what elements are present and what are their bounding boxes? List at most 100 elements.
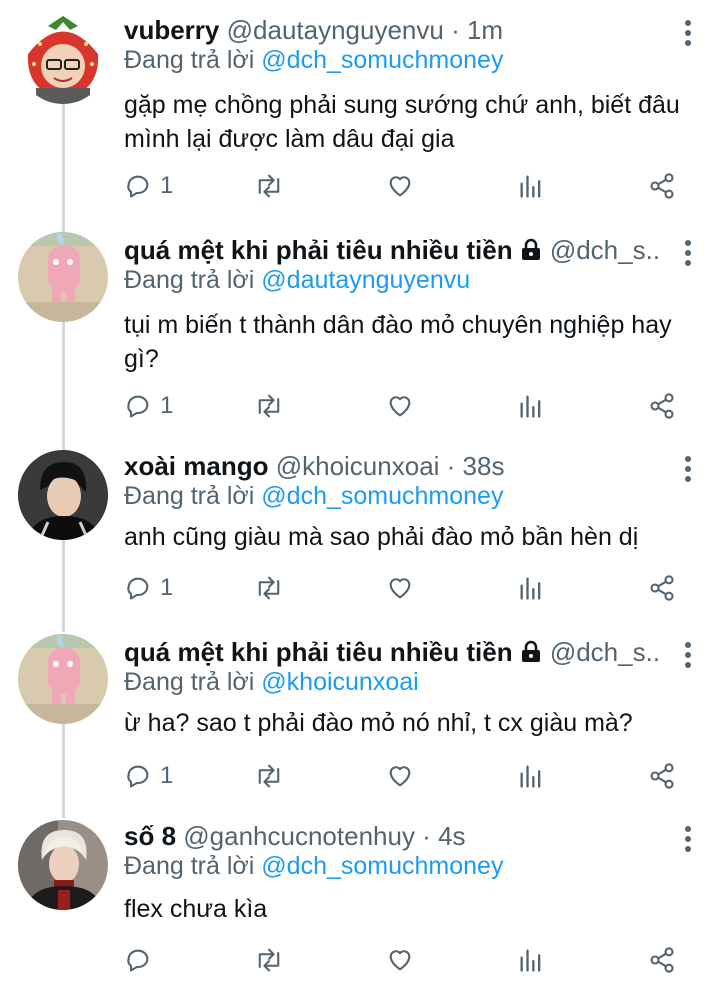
reply-icon — [127, 175, 149, 198]
display-name[interactable]: số 8 — [124, 821, 176, 851]
reply-icon — [127, 765, 149, 788]
retweet-button[interactable] — [254, 168, 284, 204]
user-avatar[interactable] — [18, 14, 108, 104]
more-icon[interactable] — [682, 824, 694, 854]
analytics-icon — [520, 577, 541, 600]
reply-button[interactable] — [124, 942, 160, 978]
lock-icon — [521, 238, 540, 260]
lock-icon — [521, 640, 540, 662]
views-button[interactable] — [518, 388, 544, 424]
heart-icon — [389, 176, 411, 197]
tweet-actions: 1 — [0, 570, 720, 606]
retweet-icon — [258, 948, 280, 972]
user-avatar[interactable] — [18, 820, 108, 910]
retweet-button[interactable] — [254, 570, 284, 606]
reply-prefix: Đang trả lời — [124, 852, 262, 880]
person-photo-avatar — [18, 450, 108, 540]
reply-mention[interactable]: @dch_somuchmoney — [261, 852, 503, 880]
reply-icon — [127, 949, 149, 972]
share-icon — [650, 173, 674, 199]
reply-button[interactable]: 1 — [124, 168, 173, 204]
share-button[interactable] — [648, 388, 676, 424]
replying-to: Đang trả lời @dautaynguyenvu — [124, 262, 470, 298]
share-icon — [650, 947, 674, 973]
reply-count: 1 — [160, 172, 174, 199]
views-button[interactable] — [518, 758, 544, 794]
person-photo-avatar — [18, 820, 108, 910]
user-handle[interactable]: @ganhcucnotenhuy — [183, 821, 415, 851]
separator: · — [443, 15, 467, 45]
display-name[interactable]: quá mệt khi phải tiêu nhiều tiền — [124, 637, 513, 667]
more-icon[interactable] — [682, 640, 694, 670]
retweet-button[interactable] — [254, 388, 284, 424]
user-avatar[interactable] — [18, 634, 108, 724]
retweet-icon — [258, 174, 280, 198]
pink-rabbit-avatar — [18, 634, 108, 724]
reply-icon — [127, 395, 149, 418]
timestamp[interactable]: 1m — [467, 15, 503, 45]
reply-prefix: Đang trả lời — [124, 266, 262, 294]
pink-rabbit-avatar — [18, 232, 108, 322]
like-button[interactable] — [386, 942, 414, 978]
like-button[interactable] — [386, 168, 414, 204]
reply-button[interactable]: 1 — [124, 570, 173, 606]
tweet-text: gặp mẹ chồng phải sung sướng chứ anh, bi… — [124, 91, 680, 153]
analytics-icon — [520, 395, 541, 418]
user-handle[interactable]: @dch_s... — [550, 637, 660, 667]
reply-mention[interactable]: @dautaynguyenvu — [261, 266, 470, 294]
tweet[interactable]: quá mệt khi phải tiêu nhiều tiền @dch_s.… — [0, 634, 720, 804]
share-button[interactable] — [648, 942, 676, 978]
tweet[interactable]: quá mệt khi phải tiêu nhiều tiền @dch_s.… — [0, 232, 720, 442]
retweet-button[interactable] — [254, 942, 284, 978]
views-button[interactable] — [518, 570, 544, 606]
heart-icon — [389, 950, 411, 971]
share-button[interactable] — [648, 168, 676, 204]
views-button[interactable] — [518, 942, 544, 978]
more-icon[interactable] — [682, 454, 694, 484]
user-handle[interactable]: @khoicunxoai — [276, 451, 440, 481]
reply-button[interactable]: 1 — [124, 388, 173, 424]
retweet-icon — [258, 394, 280, 418]
tweet-actions: 1 — [0, 388, 720, 424]
reply-mention[interactable]: @khoicunxoai — [261, 668, 418, 696]
analytics-icon — [520, 765, 541, 788]
like-button[interactable] — [386, 758, 414, 794]
share-button[interactable] — [648, 758, 676, 794]
tweet-text: ừ ha? sao t phải đào mỏ nó nhỉ, t cx già… — [124, 709, 633, 737]
reply-prefix: Đang trả lời — [124, 482, 262, 510]
reply-mention[interactable]: @dch_somuchmoney — [261, 482, 503, 510]
display-name[interactable]: quá mệt khi phải tiêu nhiều tiền — [124, 235, 513, 265]
user-handle[interactable]: @dch_s... — [550, 235, 660, 265]
heart-icon — [389, 396, 411, 417]
like-button[interactable] — [386, 388, 414, 424]
replying-to: Đang trả lời @dch_somuchmoney — [124, 848, 503, 884]
reply-button[interactable]: 1 — [124, 758, 173, 794]
tweet[interactable]: vuberry @dautaynguyenvu · 1m Đang trả lờ… — [0, 12, 720, 222]
more-icon[interactable] — [682, 18, 694, 48]
reply-mention[interactable]: @dch_somuchmoney — [261, 46, 503, 74]
display-name[interactable]: vuberry — [124, 15, 219, 45]
tweet-actions: 1 — [0, 758, 720, 794]
retweet-icon — [258, 764, 280, 788]
reply-count: 1 — [160, 574, 174, 601]
heart-icon — [389, 578, 411, 599]
tweet[interactable]: số 8 @ganhcucnotenhuy · 4s Đang trả lời … — [0, 818, 720, 983]
timestamp[interactable]: 4s — [438, 821, 465, 851]
replying-to: Đang trả lời @dch_somuchmoney — [124, 478, 503, 514]
tweet-actions — [0, 942, 720, 978]
display-name[interactable]: xoài mango — [124, 451, 268, 481]
timestamp[interactable]: 38s — [463, 451, 505, 481]
reply-prefix: Đang trả lời — [124, 668, 262, 696]
share-button[interactable] — [648, 570, 676, 606]
tweet[interactable]: xoài mango @khoicunxoai · 38s Đang trả l… — [0, 448, 720, 618]
replying-to: Đang trả lời @khoicunxoai — [124, 664, 419, 700]
user-handle[interactable]: @dautaynguyenvu — [227, 15, 444, 45]
retweet-button[interactable] — [254, 758, 284, 794]
more-icon[interactable] — [682, 238, 694, 268]
user-avatar[interactable] — [18, 232, 108, 322]
analytics-icon — [520, 949, 541, 972]
like-button[interactable] — [386, 570, 414, 606]
user-avatar[interactable] — [18, 450, 108, 540]
reply-icon — [127, 577, 149, 600]
views-button[interactable] — [518, 168, 544, 204]
